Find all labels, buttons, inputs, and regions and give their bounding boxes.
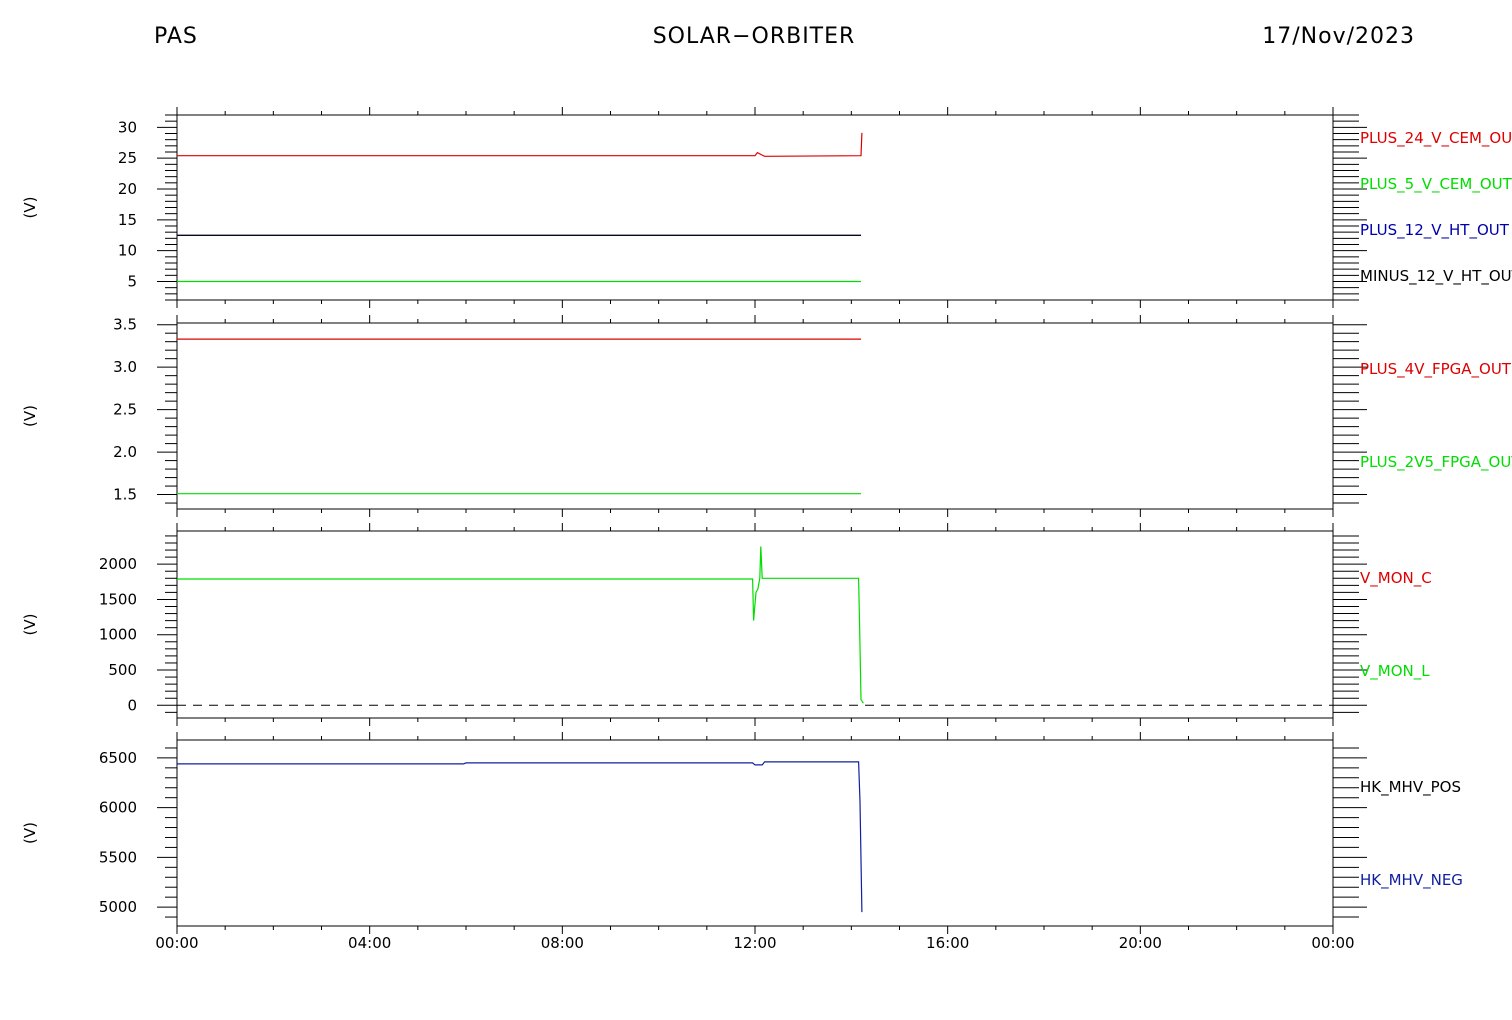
- y-tick-label: 2.0: [113, 443, 137, 461]
- y-tick-label: 1000: [99, 626, 137, 644]
- panel-3: 0 500 1000 1500 2000 (V) V_MON_C V_MON_L: [21, 523, 1432, 726]
- x-tick-label: 04:00: [348, 934, 391, 952]
- y-tick-label: 1500: [99, 590, 137, 608]
- y-tick-label: 5: [127, 273, 137, 291]
- x-tick-label: 12:00: [733, 934, 776, 952]
- legend-hk_mhv_neg: HK_MHV_NEG: [1360, 871, 1463, 890]
- y-tick-label: 10: [118, 242, 137, 260]
- panel-frame: [176, 322, 1334, 510]
- y-tick-label: 2000: [99, 555, 137, 573]
- y-axis-label: (V): [21, 405, 39, 427]
- y-axis-label: (V): [21, 822, 39, 844]
- housekeeping-voltage-charts: 5 10 15 20 25 30 (V) PLUS_24_V_CEM_OUT PLUS_5_V_…: [21, 107, 1512, 952]
- y-tick-label: 30: [118, 118, 137, 136]
- series-line-v_mon_l: [177, 546, 864, 704]
- y-tick-label: 5000: [99, 898, 137, 916]
- y-tick-label: 15: [118, 211, 137, 229]
- panel-4: 5000 5500 6000 6500 (V) HK_MHV_POS HK_MHV_NEG: [21, 732, 1463, 934]
- panel-frame: [176, 739, 1334, 927]
- y-tick-label: 3.5: [113, 316, 137, 334]
- legend-plus_5_v_cem_out: PLUS_5_V_CEM_OUT: [1360, 175, 1512, 194]
- y-tick-label: 6500: [99, 749, 137, 767]
- legend-plus_12_v_ht_out: PLUS_12_V_HT_OUT: [1360, 221, 1510, 240]
- y-tick-label: 500: [108, 661, 137, 679]
- panel-frame: [176, 530, 1334, 719]
- panel-frame: [176, 114, 1334, 301]
- legend-hk_mhv_pos: HK_MHV_POS: [1360, 778, 1461, 797]
- y-tick-label: 6000: [99, 799, 137, 817]
- y-tick-label: 1.5: [113, 486, 137, 504]
- y-axis-label: (V): [21, 614, 39, 636]
- legend-plus_24_v_cem_out: PLUS_24_V_CEM_OUT: [1360, 129, 1512, 148]
- series-line-hk_mhv_neg: [177, 761, 863, 913]
- legend-v_mon_l: V_MON_L: [1360, 662, 1430, 681]
- y-tick-label: 2.5: [113, 401, 137, 419]
- x-tick-label: 16:00: [926, 934, 969, 952]
- series-line-plus_24_v_cem_out: [177, 132, 863, 157]
- legend-plus_2v5_fpga_out: PLUS_2V5_FPGA_OUT: [1360, 453, 1512, 472]
- x-tick-label: 08:00: [541, 934, 584, 952]
- legend-v_mon_c: V_MON_C: [1360, 569, 1432, 588]
- y-tick-label: 20: [118, 180, 137, 198]
- y-tick-label: 3.0: [113, 358, 137, 376]
- x-tick-label: 20:00: [1119, 934, 1162, 952]
- y-axis-label: (V): [21, 197, 39, 219]
- y-tick-label: 5500: [99, 848, 137, 866]
- x-tick-label: 00:00: [1311, 934, 1354, 952]
- y-tick-label: 25: [118, 149, 137, 167]
- legend-plus_4v_fpga_out: PLUS_4V_FPGA_OUT: [1360, 360, 1512, 379]
- x-tick-label: 00:00: [155, 934, 198, 952]
- y-tick-label: 0: [127, 696, 137, 714]
- panel-1: 5 10 15 20 25 30 (V) PLUS_24_V_CEM_OUT PLUS_5_V_…: [21, 107, 1512, 308]
- panel-2: 1.5 2.0 2.5 3.0 3.5 (V) PLUS_4V_FPGA_OUT PLUS_2…: [21, 315, 1512, 517]
- legend-minus_12_v_ht_out: MINUS_12_V_HT_OUT: [1360, 267, 1512, 286]
